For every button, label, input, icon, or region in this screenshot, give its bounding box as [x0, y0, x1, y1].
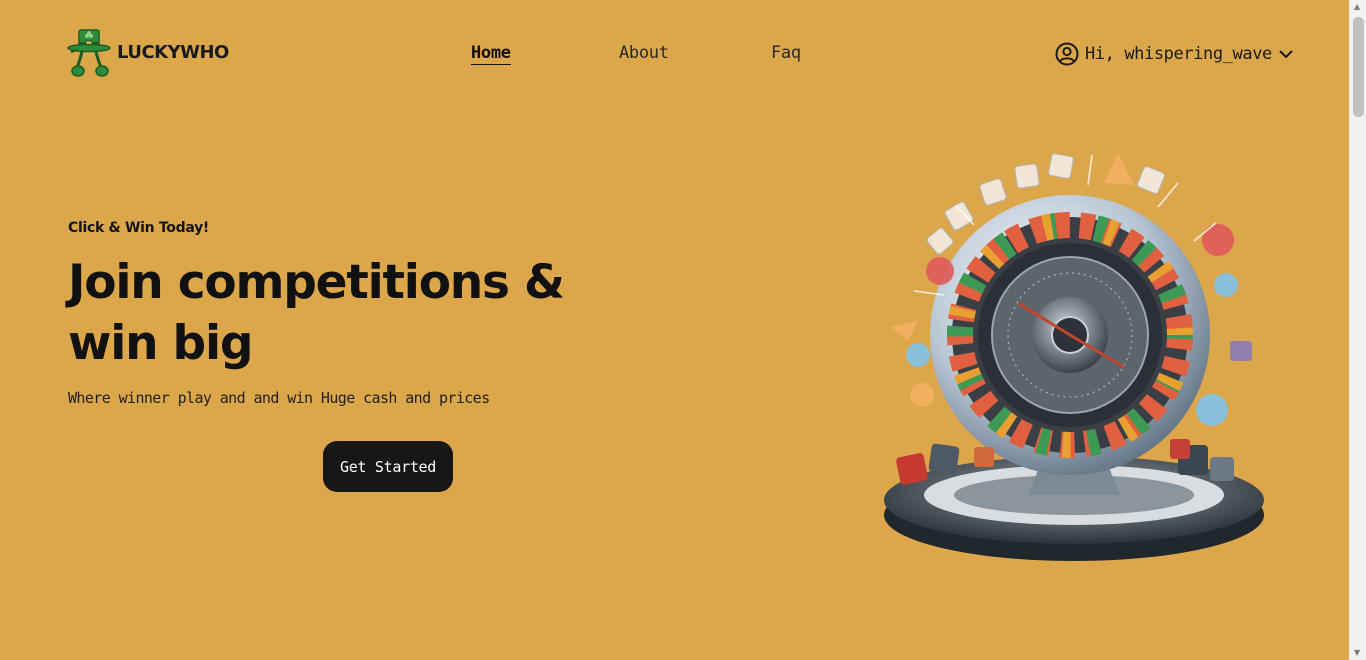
hero-eyebrow: Click & Win Today!	[68, 220, 209, 236]
hero-headline: Join competitions & win big	[68, 255, 565, 371]
page-scrollbar[interactable]: ▲ ▼	[1349, 0, 1366, 660]
hero-subline: Where winner play and and win Huge cash …	[68, 389, 490, 407]
nav-about-link[interactable]: About	[619, 43, 669, 63]
scroll-down-icon[interactable]: ▼	[1354, 649, 1360, 657]
nav-home-link[interactable]: Home	[471, 43, 511, 65]
scroll-up-icon[interactable]: ▲	[1354, 3, 1360, 11]
scroll-thumb[interactable]	[1353, 17, 1364, 117]
landing-page: LUCKYWHO Home About Faq Hi, whispering_w…	[0, 0, 1349, 660]
user-menu[interactable]: Hi, whispering_wave	[1055, 42, 1296, 66]
user-greeting: Hi, whispering_wave	[1085, 44, 1272, 64]
roulette-wheel-illustration	[884, 153, 1264, 561]
nav-faq-link[interactable]: Faq	[771, 43, 801, 63]
user-circle-icon	[1055, 42, 1079, 66]
get-started-button[interactable]: Get Started	[323, 441, 453, 492]
chevron-down-icon	[1279, 50, 1293, 59]
